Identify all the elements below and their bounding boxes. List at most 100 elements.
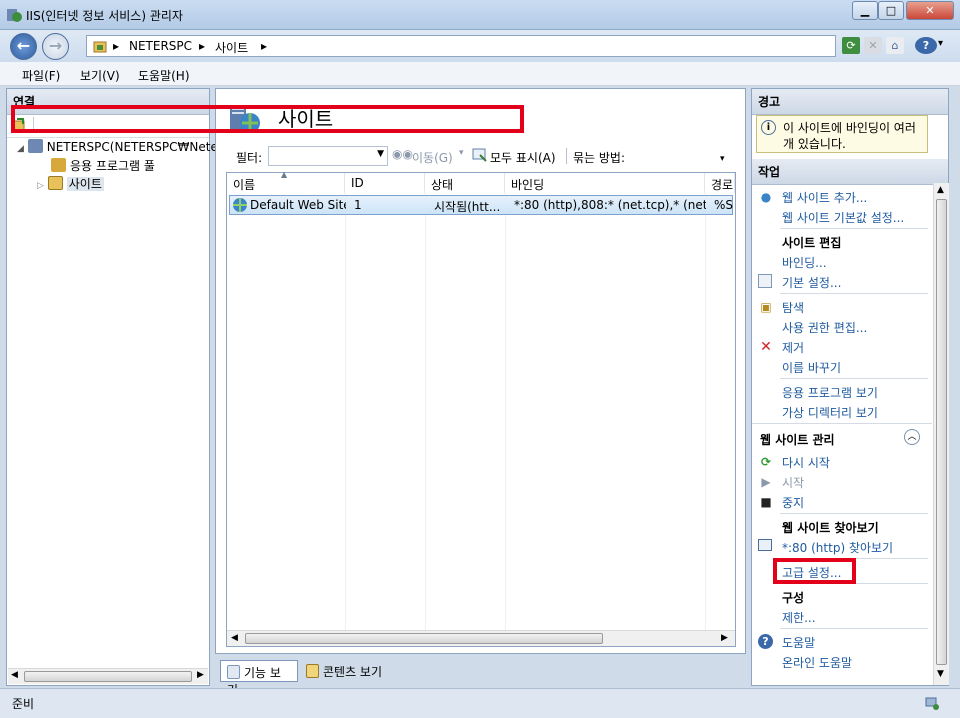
scroll-thumb[interactable]: [245, 633, 603, 644]
filter-input[interactable]: ▼: [268, 146, 388, 166]
alerts-header: 경고: [752, 89, 948, 115]
menu-help[interactable]: 도움말(H): [138, 67, 190, 84]
table-row[interactable]: Default Web Site 1 시작됨(htt... *:80 (http…: [229, 195, 733, 215]
scroll-up-icon[interactable]: ▲: [937, 185, 944, 195]
help-link[interactable]: 도움말: [782, 634, 815, 651]
bindings-link[interactable]: 바인딩...: [782, 254, 827, 271]
breadcrumb-sites[interactable]: 사이트: [215, 39, 248, 56]
menu-view[interactable]: 보기(V): [80, 67, 120, 84]
content-view-icon: [306, 664, 319, 678]
expand-arrow-icon[interactable]: ▷: [37, 181, 44, 191]
divider: [7, 137, 209, 138]
divider: [780, 378, 928, 379]
stop-icon[interactable]: ✕: [864, 37, 882, 54]
stop-link[interactable]: 중지: [782, 494, 804, 511]
menu-file[interactable]: 파일(F): [22, 67, 60, 84]
help-dropdown-icon[interactable]: ▾: [938, 38, 943, 49]
sites-panel: 사이트 필터: ▼ ◉◉ 이동(G) ▾ 모두 표시(A) 묶는 방법: ▾ 이…: [215, 88, 746, 654]
tab-content-view[interactable]: 콘텐츠 보기: [300, 660, 394, 682]
divider: [780, 513, 928, 514]
breadcrumb-separator[interactable]: ▸: [113, 39, 119, 53]
breadcrumb-separator[interactable]: ▸: [199, 39, 205, 53]
collapse-chevron-icon[interactable]: ︿: [904, 429, 920, 445]
breadcrumb-server[interactable]: NETERSPC: [129, 39, 192, 53]
breadcrumb-separator[interactable]: ▸: [261, 39, 267, 53]
explore-link[interactable]: 탐색: [782, 299, 804, 316]
view-virtual-dirs-link[interactable]: 가상 디렉터리 보기: [782, 404, 878, 421]
address-toolbar: ← → ▸ NETERSPC ▸ 사이트 ▸ ⟳ ✕ ⌂ ? ▾: [0, 30, 960, 62]
filter-dropdown-icon[interactable]: ▼: [377, 149, 384, 159]
basic-settings-link[interactable]: 기본 설정...: [782, 274, 841, 291]
rename-link[interactable]: 이름 바꾸기: [782, 359, 841, 376]
add-site-link[interactable]: 웹 사이트 추가...: [782, 189, 867, 206]
show-all-button[interactable]: 모두 표시(A): [490, 149, 556, 166]
address-bar[interactable]: ▸ NETERSPC ▸ 사이트 ▸: [86, 35, 836, 57]
column-divider: [505, 193, 506, 630]
scroll-thumb[interactable]: [936, 199, 947, 665]
divider: [780, 293, 928, 294]
app-pool-icon: [51, 158, 66, 172]
column-header-id[interactable]: ID: [345, 173, 425, 193]
collapse-arrow-icon[interactable]: ◢: [17, 144, 24, 154]
title-bar: IIS(인터넷 정보 서비스) 관리자 ▁ □ ✕: [0, 0, 960, 30]
go-dropdown-icon[interactable]: ▾: [459, 148, 464, 158]
server-icon: [27, 139, 43, 153]
edit-permissions-link[interactable]: 사용 권한 편집...: [782, 319, 867, 336]
maximize-button[interactable]: □: [878, 1, 904, 20]
divider: [780, 628, 928, 629]
remove-link[interactable]: 제거: [782, 339, 804, 356]
scroll-left-icon[interactable]: ◀: [11, 670, 18, 680]
column-header-binding[interactable]: 바인딩: [505, 173, 705, 193]
help-icon[interactable]: ?: [915, 37, 937, 54]
window-title: IIS(인터넷 정보 서비스) 관리자: [26, 9, 183, 23]
scroll-right-icon[interactable]: ▶: [197, 670, 204, 680]
refresh-icon[interactable]: ⟳: [842, 37, 860, 54]
scroll-thumb[interactable]: [24, 671, 192, 682]
column-header-status[interactable]: 상태: [425, 173, 505, 193]
alert-text-line1: 이 사이트에 바인딩이 여러: [783, 121, 916, 135]
tree-server-label: NETERSPC(NETERSPC₩Neter: [46, 140, 223, 154]
list-hscrollbar[interactable]: ◀ ▶: [227, 630, 735, 646]
tree-server[interactable]: ◢ NETERSPC(NETERSPC₩Neter: [17, 139, 223, 154]
forward-button[interactable]: →: [42, 33, 69, 60]
start-icon: ▶: [761, 475, 771, 489]
view-applications-link[interactable]: 응용 프로그램 보기: [782, 384, 878, 401]
tree-app-pools-label: 응용 프로그램 풀: [70, 159, 155, 173]
column-name-label: 이름: [233, 178, 256, 192]
scroll-right-icon[interactable]: ▶: [721, 633, 728, 643]
tree-app-pools[interactable]: 응용 프로그램 풀: [51, 157, 155, 174]
online-help-link[interactable]: 온라인 도움말: [782, 654, 852, 671]
home-icon[interactable]: ⌂: [886, 37, 904, 54]
start-link[interactable]: 시작: [782, 474, 804, 491]
group-by-label[interactable]: 묶는 방법:: [573, 149, 625, 166]
sites-folder-icon: [47, 176, 63, 190]
status-text: 준비: [12, 697, 35, 711]
browse-icon: [758, 539, 772, 551]
toolbar-overflow-icon[interactable]: ▾: [720, 154, 725, 164]
connections-hscrollbar[interactable]: ◀ ▶: [8, 668, 208, 684]
close-button[interactable]: ✕: [906, 1, 954, 20]
info-icon: i: [761, 120, 776, 135]
go-button[interactable]: 이동(G): [412, 149, 453, 166]
minimize-button[interactable]: ▁: [852, 1, 878, 20]
site-id-cell: 1: [354, 198, 362, 212]
browse-80-link[interactable]: *:80 (http) 찾아보기: [782, 539, 893, 556]
go-binoculars-icon: ◉◉: [392, 147, 413, 161]
tree-sites[interactable]: ▷ 사이트: [37, 175, 104, 192]
actions-vscrollbar[interactable]: ▲ ▼: [933, 183, 949, 685]
site-defaults-link[interactable]: 웹 사이트 기본값 설정...: [782, 209, 904, 226]
toolbar-divider: [566, 148, 567, 164]
column-header-path[interactable]: 경로: [705, 173, 735, 193]
alert-box: i 이 사이트에 바인딩이 여러 개 있습니다.: [756, 115, 928, 153]
tree-sites-label: 사이트: [66, 177, 104, 191]
restart-icon: ⟳: [760, 455, 772, 469]
scroll-left-icon[interactable]: ◀: [231, 633, 238, 643]
actions-panel: 경고 i 이 사이트에 바인딩이 여러 개 있습니다. 작업 ● 웹 사이트 추…: [751, 88, 949, 686]
back-button[interactable]: ←: [10, 33, 37, 60]
limits-link[interactable]: 제한...: [782, 609, 816, 626]
scroll-down-icon[interactable]: ▼: [937, 669, 944, 679]
features-view-icon: [227, 665, 240, 679]
restart-link[interactable]: 다시 시작: [782, 454, 830, 471]
column-header-name[interactable]: 이름 ▲: [227, 170, 345, 193]
tab-features-view[interactable]: 기능 보기: [220, 660, 298, 697]
